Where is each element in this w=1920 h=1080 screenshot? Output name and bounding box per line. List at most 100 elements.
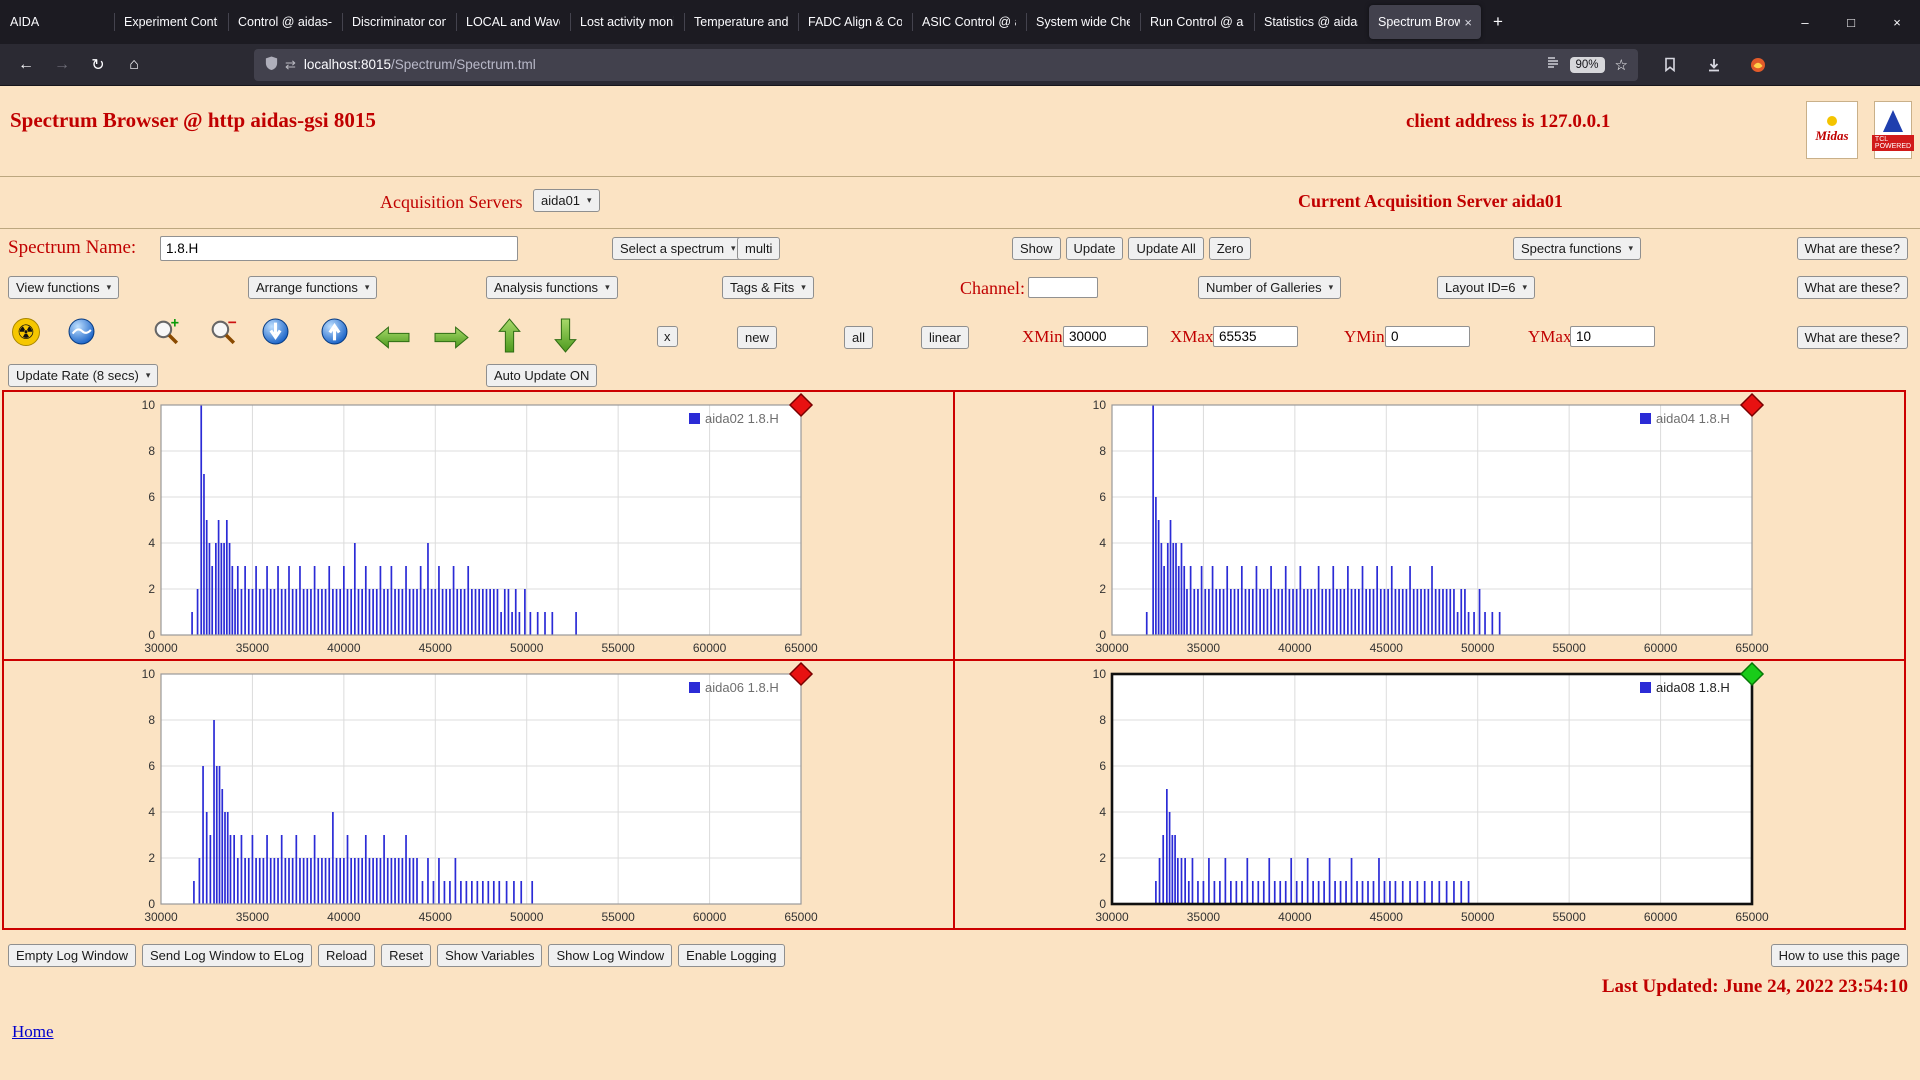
window-maximize-button[interactable]: □	[1828, 0, 1874, 44]
auto-update-button[interactable]: Auto Update ON	[486, 364, 598, 387]
acquisition-server-select[interactable]: aida01	[533, 189, 600, 212]
send-log-to-elog-button[interactable]: Send Log Window to ELog	[142, 944, 312, 967]
downloads-icon[interactable]	[1700, 51, 1728, 79]
show-variables-button[interactable]: Show Variables	[437, 944, 543, 967]
arrow-left-icon[interactable]	[375, 326, 410, 349]
view-functions-dropdown[interactable]: View functions	[8, 276, 120, 299]
tab-fadc-align[interactable]: FADC Align & Co	[798, 5, 911, 39]
reload-button[interactable]: ↻	[82, 50, 114, 80]
arrow-up-icon[interactable]	[498, 318, 521, 353]
tab-close-icon[interactable]: ×	[1464, 15, 1472, 30]
xmin-input[interactable]	[1063, 326, 1148, 347]
tab-control-aidas[interactable]: Control @ aidas-	[228, 5, 341, 39]
midas-logo[interactable]: Midas	[1806, 101, 1858, 159]
new-tab-button[interactable]: +	[1482, 6, 1514, 38]
tab-statistics[interactable]: Statistics @ aidas	[1254, 5, 1367, 39]
x-button[interactable]: x	[657, 326, 678, 347]
bookmark-star-icon[interactable]: ☆	[1615, 56, 1628, 74]
update-button[interactable]: Update	[1065, 237, 1124, 260]
blue-swirl-icon[interactable]	[68, 318, 95, 345]
arrange-functions-dropdown[interactable]: Arrange functions	[248, 276, 378, 299]
reset-button[interactable]: Reset	[381, 944, 432, 967]
all-button[interactable]: all	[844, 326, 874, 349]
xmax-input[interactable]	[1213, 326, 1298, 347]
reload-page-button[interactable]: Reload	[317, 944, 376, 967]
tags-fits-dropdown[interactable]: Tags & Fits	[722, 276, 814, 299]
ymin-input[interactable]	[1385, 326, 1470, 347]
zoom-in-icon[interactable]: +	[151, 316, 182, 347]
what-are-these-button-1[interactable]: What are these?	[1796, 237, 1908, 260]
how-to-use-button[interactable]: How to use this page	[1770, 944, 1908, 967]
channel-label: Channel:	[960, 278, 1025, 298]
enable-logging-button[interactable]: Enable Logging	[678, 944, 785, 967]
home-link[interactable]: Home	[12, 1022, 54, 1042]
tab-spectrum-browser[interactable]: Spectrum Brow ×	[1369, 5, 1481, 39]
tab-run-control[interactable]: Run Control @ ai	[1140, 5, 1253, 39]
reader-mode-icon[interactable]	[1546, 56, 1560, 73]
home-button[interactable]: ⌂	[118, 50, 150, 80]
tab-asic-control[interactable]: ASIC Control @ a	[912, 5, 1025, 39]
save-to-pocket-icon[interactable]	[1656, 51, 1684, 79]
forward-button[interactable]: →	[46, 50, 78, 80]
tab-aida[interactable]: AIDA	[1, 5, 113, 39]
svg-text:60000: 60000	[693, 910, 727, 924]
multi-button[interactable]: multi	[737, 237, 781, 260]
url-bar[interactable]: ⇄ localhost:8015/Spectrum/Spectrum.tml 9…	[254, 48, 1638, 81]
tab-bar: AIDA Experiment Conti Control @ aidas- D…	[0, 0, 1920, 44]
layout-id-dropdown[interactable]: Layout ID=6	[1437, 276, 1535, 299]
update-all-button[interactable]: Update All	[1128, 237, 1204, 260]
svg-text:+: +	[171, 316, 179, 331]
spectrum-chart-aida04[interactable]: 30000 35000 40000 45000 50000 55000 60000 65000…	[1067, 392, 1769, 659]
show-log-window-button[interactable]: Show Log Window	[548, 944, 673, 967]
spectrum-name-label: Spectrum Name:	[8, 237, 137, 258]
connection-icon[interactable]: ⇄	[285, 57, 296, 73]
svg-text:30000: 30000	[1095, 910, 1129, 924]
tab-experiment-control[interactable]: Experiment Conti	[114, 5, 227, 39]
window-close-button[interactable]: ×	[1874, 0, 1920, 44]
svg-text:65000: 65000	[1735, 641, 1769, 655]
what-are-these-button-3[interactable]: What are these?	[1796, 326, 1908, 349]
what-are-these-button-2[interactable]: What are these?	[1796, 276, 1908, 299]
svg-text:aida04 1.8.H: aida04 1.8.H	[1656, 411, 1730, 426]
window-minimize-button[interactable]: –	[1782, 0, 1828, 44]
midas-logo-emblem	[1827, 116, 1837, 126]
arrow-up-sphere-icon[interactable]	[321, 318, 348, 345]
tab-lost-activity[interactable]: Lost activity moni	[570, 5, 683, 39]
spectrum-name-input[interactable]	[160, 236, 518, 261]
tab-system-wide-check[interactable]: System wide Che	[1026, 5, 1139, 39]
extension-icon[interactable]	[1744, 51, 1772, 79]
arrow-right-icon[interactable]	[434, 326, 469, 349]
spectrum-chart-aida08[interactable]: 30000 35000 40000 45000 50000 55000 60000 65000…	[1067, 661, 1769, 928]
arrow-down-sphere-icon[interactable]	[262, 318, 289, 345]
tracking-protection-shield-icon[interactable]	[264, 55, 279, 74]
number-of-galleries-dropdown[interactable]: Number of Galleries	[1198, 276, 1342, 299]
svg-text:50000: 50000	[1461, 910, 1495, 924]
zoom-level-badge[interactable]: 90%	[1569, 56, 1605, 73]
svg-text:50000: 50000	[510, 641, 544, 655]
spectrum-chart-aida06[interactable]: 30000 35000 40000 45000 50000 55000 60000 65000…	[116, 661, 818, 928]
linear-button[interactable]: linear	[921, 326, 969, 349]
arrow-down-icon[interactable]	[554, 318, 577, 353]
show-button[interactable]: Show	[1012, 237, 1061, 260]
tab-discriminator[interactable]: Discriminator con	[342, 5, 455, 39]
tcl-powered-logo[interactable]: TCL POWERED	[1871, 101, 1915, 159]
ymax-input[interactable]	[1570, 326, 1655, 347]
new-button[interactable]: new	[737, 326, 777, 349]
back-button[interactable]: ←	[10, 50, 42, 80]
radiation-icon[interactable]: ☢	[12, 318, 40, 346]
analysis-functions-dropdown[interactable]: Analysis functions	[486, 276, 618, 299]
zero-button[interactable]: Zero	[1208, 237, 1252, 260]
current-server-text: Current Acquisition Server aida01	[1298, 191, 1563, 211]
svg-text:50000: 50000	[510, 910, 544, 924]
spectrum-chart-aida02[interactable]: 30000 35000 40000 45000 50000 55000 60000 65000…	[116, 392, 818, 659]
empty-log-window-button[interactable]: Empty Log Window	[8, 944, 136, 967]
select-spectrum-dropdown[interactable]: Select a spectrum	[612, 237, 744, 260]
svg-text:aida06 1.8.H: aida06 1.8.H	[705, 680, 779, 695]
zoom-out-icon[interactable]: −	[208, 316, 239, 347]
tab-temperature[interactable]: Temperature and	[684, 5, 797, 39]
update-rate-dropdown[interactable]: Update Rate (8 secs)	[8, 364, 159, 387]
spectra-functions-dropdown[interactable]: Spectra functions	[1513, 237, 1641, 260]
svg-text:0: 0	[148, 897, 155, 911]
channel-input[interactable]	[1028, 277, 1098, 298]
tab-local-and-wave[interactable]: LOCAL and Wave	[456, 5, 569, 39]
